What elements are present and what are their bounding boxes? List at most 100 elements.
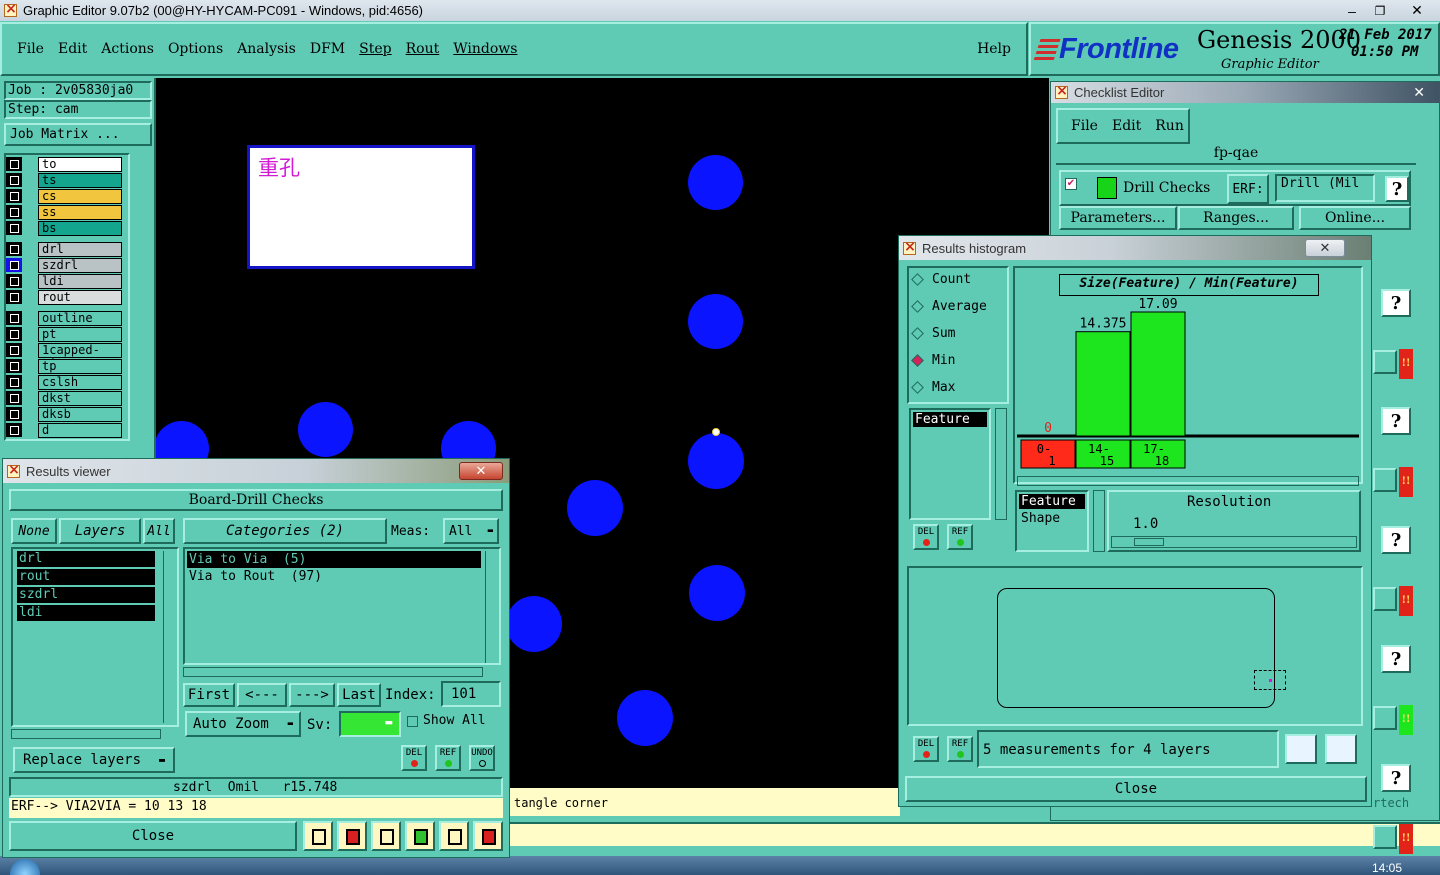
checklist-menu-run[interactable]: Run xyxy=(1148,118,1191,134)
layer-list-scrollbar[interactable] xyxy=(163,551,175,723)
histogram-close-button[interactable]: Close xyxy=(905,776,1367,802)
del-button[interactable]: DEL xyxy=(401,745,427,771)
layer-row[interactable]: szdrl xyxy=(6,257,122,273)
layer-row[interactable]: d xyxy=(6,422,122,438)
menu-file[interactable]: File xyxy=(10,41,51,57)
undo-button[interactable]: UNDO xyxy=(469,745,495,771)
minimize-button[interactable]: – xyxy=(1338,0,1366,21)
parameters-button[interactable]: Parameters... xyxy=(1059,206,1177,230)
hist-ref-button[interactable]: REF xyxy=(947,524,973,550)
layer-name[interactable]: pt xyxy=(38,326,122,342)
check-help-button[interactable]: ? xyxy=(1381,289,1411,317)
histogram-hscroll[interactable] xyxy=(1017,476,1359,486)
viewer-layer-list[interactable]: drl rout szdrl ldi xyxy=(11,547,179,727)
drill-hole[interactable] xyxy=(688,155,743,210)
menu-help[interactable]: Help xyxy=(970,41,1018,57)
show-all-checkbox[interactable] xyxy=(407,716,418,727)
drill-hole[interactable] xyxy=(689,565,745,621)
menu-dfm[interactable]: DFM xyxy=(303,41,352,57)
zoom-icon[interactable] xyxy=(1373,587,1397,611)
viewer-close-button[interactable]: Close xyxy=(9,821,297,851)
layer-checkbox[interactable] xyxy=(6,221,22,235)
layer-checkbox[interactable] xyxy=(6,343,22,357)
command-line[interactable] xyxy=(510,822,1440,846)
layer-row[interactable]: cslsh xyxy=(6,374,122,390)
layer-checkbox[interactable] xyxy=(6,205,22,219)
online-button[interactable]: Online... xyxy=(1299,206,1411,230)
last-button[interactable]: Last xyxy=(337,683,381,707)
feature-item[interactable]: Feature xyxy=(913,412,987,427)
feature-shape-item[interactable]: Shape xyxy=(1017,511,1087,526)
layer-checkbox[interactable] xyxy=(6,327,22,341)
zoom-icon[interactable] xyxy=(1373,468,1397,492)
layer-checkbox[interactable] xyxy=(6,359,22,373)
layer-row[interactable]: rout xyxy=(6,289,122,305)
drill-hole[interactable] xyxy=(617,690,673,746)
layer-row[interactable]: ss xyxy=(6,204,122,220)
resolution-slider[interactable] xyxy=(1111,536,1357,548)
category-list-scrollbar[interactable] xyxy=(485,551,497,663)
preview-del-button[interactable]: DEL xyxy=(913,736,939,762)
menu-step[interactable]: Step xyxy=(352,41,398,57)
index-input[interactable]: 101 xyxy=(441,681,501,707)
flag-icon[interactable] xyxy=(303,821,333,851)
drill-hole[interactable] xyxy=(567,480,623,536)
layer-row[interactable]: ts xyxy=(6,172,122,188)
feature-shape-item[interactable]: Feature xyxy=(1019,494,1085,509)
zoom-window-icon[interactable] xyxy=(1325,734,1357,764)
check-enabled-checkbox[interactable]: ✔ xyxy=(1065,178,1077,190)
histogram-close-icon[interactable]: ✕ xyxy=(1305,239,1345,257)
layer-row[interactable]: drl xyxy=(6,241,122,257)
checklist-menu-file[interactable]: File xyxy=(1064,118,1105,134)
layer-row[interactable]: cs xyxy=(6,188,122,204)
report-disabled-icon[interactable] xyxy=(371,821,401,851)
layer-checkbox[interactable] xyxy=(6,274,22,288)
layer-row[interactable]: dkst xyxy=(6,390,122,406)
chart-icon[interactable] xyxy=(473,821,503,851)
meas-select[interactable]: All ▬ xyxy=(443,518,499,544)
layer-name[interactable]: d xyxy=(38,422,122,438)
check-help-button[interactable]: ? xyxy=(1381,526,1411,554)
layer-name[interactable]: ts xyxy=(38,172,122,188)
drill-hole[interactable] xyxy=(506,596,562,652)
first-button[interactable]: First xyxy=(183,683,235,707)
preview-ref-button[interactable]: REF xyxy=(947,736,973,762)
checklist-menu-edit[interactable]: Edit xyxy=(1105,118,1148,134)
auto-zoom-select[interactable]: Auto Zoom ▬ xyxy=(185,711,301,737)
category-list[interactable]: Via to Via (5) Via to Rout (97) xyxy=(183,547,501,665)
menu-rout[interactable]: Rout xyxy=(399,41,447,57)
feature-shape-list[interactable]: Feature Shape xyxy=(1015,490,1089,552)
job-matrix-button[interactable]: Job Matrix ... xyxy=(4,123,152,146)
mode-option-count[interactable]: Count xyxy=(911,272,971,287)
checklist-close-icon[interactable]: ✕ xyxy=(1413,84,1425,101)
layer-name[interactable]: dksb xyxy=(38,406,122,422)
layer-checkbox[interactable] xyxy=(6,290,22,304)
layer-name[interactable]: outline xyxy=(38,310,122,326)
zoom-icon[interactable] xyxy=(1373,825,1397,849)
layer-name[interactable]: cslsh xyxy=(38,374,122,390)
mark-icon[interactable] xyxy=(337,821,367,851)
layer-checkbox[interactable] xyxy=(6,375,22,389)
layer-row[interactable]: bs xyxy=(6,220,122,236)
maximize-button[interactable]: ❐ xyxy=(1366,0,1394,21)
results-viewer-close-icon[interactable]: ✕ xyxy=(459,462,503,480)
layer-checkbox[interactable] xyxy=(6,173,22,187)
check-help-button[interactable]: ? xyxy=(1385,176,1409,202)
drill-hole[interactable] xyxy=(688,433,744,489)
check-help-button[interactable]: ? xyxy=(1381,764,1411,792)
menu-options[interactable]: Options xyxy=(161,41,230,57)
layer-name[interactable]: 1capped-via xyxy=(38,342,122,369)
layer-name[interactable]: szdrl xyxy=(38,257,122,273)
layer-row[interactable]: tp xyxy=(6,358,122,374)
layer-row[interactable]: ldi xyxy=(6,273,122,289)
hist-del-button[interactable]: DEL xyxy=(913,524,939,550)
ref-button[interactable]: REF xyxy=(435,745,461,771)
notes-icon[interactable] xyxy=(439,821,469,851)
check-help-button[interactable]: ? xyxy=(1381,645,1411,673)
layer-name[interactable]: dkst xyxy=(38,390,122,406)
menu-actions[interactable]: Actions xyxy=(94,41,161,57)
menu-windows[interactable]: Windows xyxy=(446,41,524,57)
layer-name[interactable]: ldi xyxy=(38,273,122,289)
layer-row[interactable]: outline xyxy=(6,310,122,326)
layer-name[interactable]: ss xyxy=(38,204,122,220)
